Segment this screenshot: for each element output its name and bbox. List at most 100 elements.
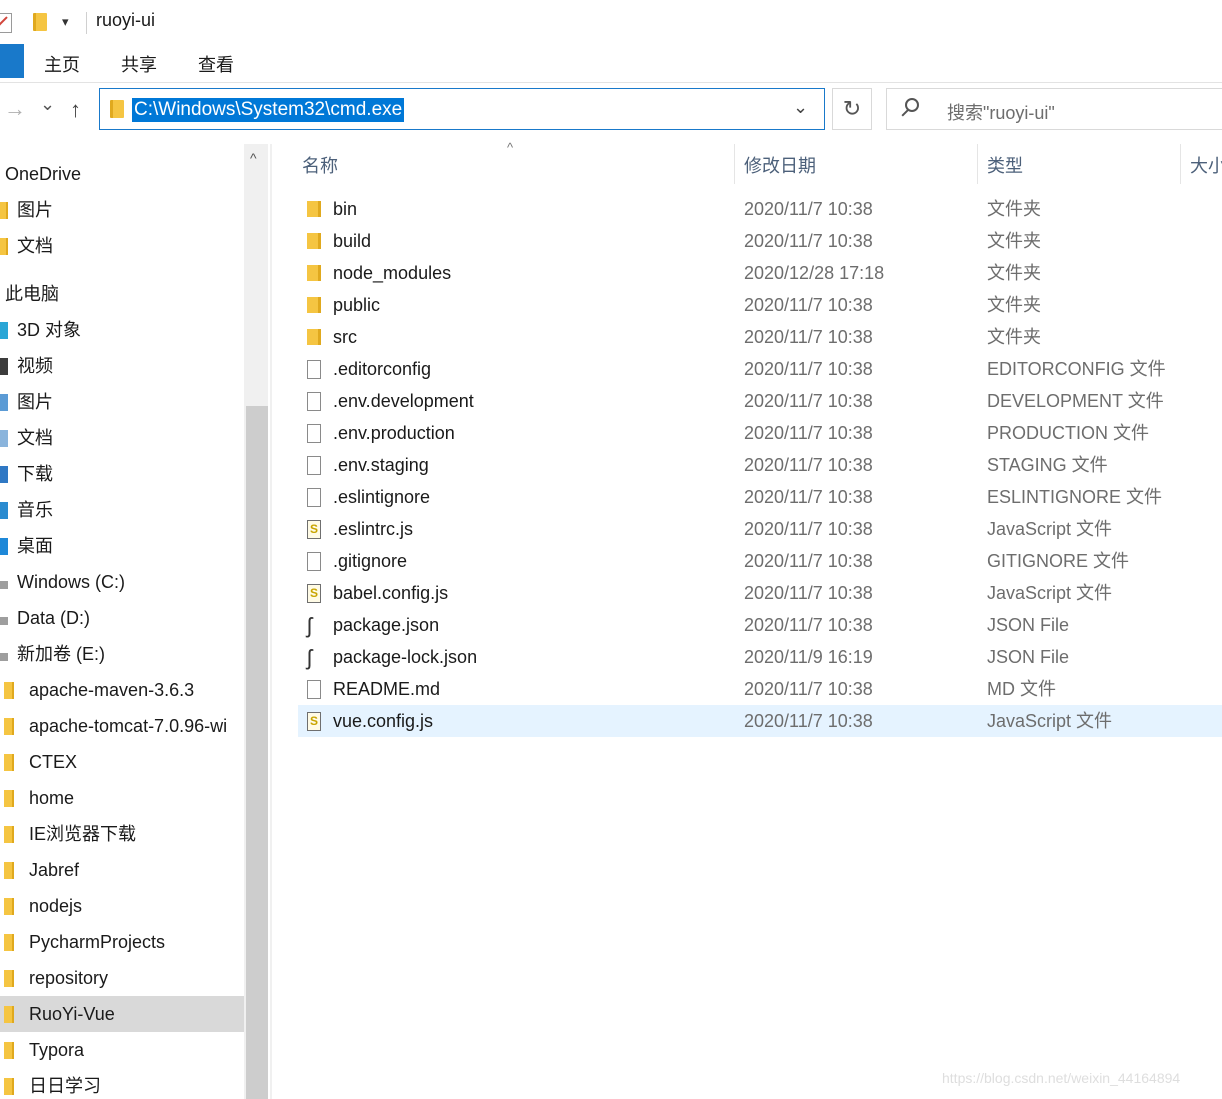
music-icon <box>0 502 8 519</box>
sidebar-item[interactable]: home <box>0 780 244 816</box>
file-date: 2020/11/7 10:38 <box>744 487 873 507</box>
address-dropdown-chevron-icon[interactable]: ⌄ <box>793 97 808 118</box>
scrollbar-thumb[interactable] <box>246 406 268 1099</box>
sidebar-item[interactable]: CTEX <box>0 744 244 780</box>
file-row[interactable]: .eslintrc.js 2020/11/7 10:38 JavaScript 文件 <box>298 513 1222 545</box>
sidebar-item[interactable]: apache-maven-3.6.3 <box>0 672 244 708</box>
file-name: build <box>333 231 372 251</box>
sidebar-item[interactable]: 音乐 <box>0 492 244 528</box>
sidebar-item[interactable]: 日日学习 <box>0 1068 244 1099</box>
sidebar-item[interactable]: 图片 <box>0 384 244 420</box>
sidebar-item[interactable]: 图片 <box>0 192 244 228</box>
sidebar-item[interactable]: Jabref <box>0 852 244 888</box>
sidebar-item[interactable]: IE浏览器下载 <box>0 816 244 852</box>
search-input[interactable]: 搜索"ruoyi-ui" <box>947 99 1055 125</box>
sidebar-item[interactable]: apache-tomcat-7.0.96-wi <box>0 708 244 744</box>
tab-share[interactable]: 共享 <box>121 51 157 77</box>
folder-icon <box>0 202 8 219</box>
sidebar-item[interactable]: Data (D:) <box>0 600 244 636</box>
file-row[interactable]: README.md 2020/11/7 10:38 MD 文件 <box>298 673 1222 705</box>
pane-divider[interactable] <box>270 144 272 1099</box>
file-row[interactable]: .env.development 2020/11/7 10:38 DEVELOPME… <box>298 385 1222 417</box>
file-row[interactable]: package-lock.json 2020/11/9 16:19 JSON Fil… <box>298 641 1222 674</box>
scroll-up-icon[interactable]: ^ <box>250 150 257 166</box>
sidebar-item-label: 下载 <box>17 464 53 484</box>
sidebar-item[interactable]: Windows (C:) <box>0 564 244 600</box>
sidebar-item[interactable]: repository <box>0 960 244 996</box>
file-name: .gitignore <box>333 551 408 571</box>
file-date: 2020/11/7 10:38 <box>744 359 873 379</box>
sidebar-item-label: IE浏览器下载 <box>29 824 137 844</box>
recent-locations-chevron-icon[interactable]: ⌄ <box>40 94 55 115</box>
file-name: babel.config.js <box>333 583 449 603</box>
sidebar-item[interactable]: Typora <box>0 1032 244 1068</box>
file-row[interactable]: bin 2020/11/7 10:38 文件夹 <box>298 193 1222 225</box>
file-row[interactable]: build 2020/11/7 10:38 文件夹 <box>298 225 1222 257</box>
tab-home[interactable]: 主页 <box>44 51 80 77</box>
file-name: .eslintignore <box>333 487 431 507</box>
file-date: 2020/12/28 17:18 <box>744 263 885 283</box>
column-header-name[interactable]: 名称 <box>302 152 338 178</box>
file-row[interactable]: package.json 2020/11/7 10:38 JSON File <box>298 609 1222 642</box>
sidebar-item[interactable]: PycharmProjects <box>0 924 244 960</box>
file-row[interactable]: .env.production 2020/11/7 10:38 PRODUCTION… <box>298 417 1222 449</box>
column-header-type[interactable]: 类型 <box>987 152 1023 178</box>
file-icon <box>307 680 321 699</box>
sidebar-item[interactable]: RuoYi-Vue <box>0 996 244 1032</box>
sidebar-item-label: CTEX <box>29 752 78 772</box>
sidebar-item[interactable]: 此电脑 <box>0 276 244 312</box>
tab-view[interactable]: 查看 <box>198 51 234 77</box>
folder-icon <box>307 265 321 281</box>
sidebar-item[interactable]: 文档 <box>0 420 244 456</box>
sidebar-item[interactable]: 桌面 <box>0 528 244 564</box>
quick-access-properties-icon[interactable] <box>0 13 12 33</box>
file-row[interactable]: .env.staging 2020/11/7 10:38 STAGING 文件 <box>298 449 1222 481</box>
sidebar-item[interactable]: 视频 <box>0 348 244 384</box>
folder-icon <box>4 718 14 735</box>
file-row[interactable]: .gitignore 2020/11/7 10:38 GITIGNORE 文件 <box>298 545 1222 577</box>
column-separator[interactable] <box>734 144 735 184</box>
folder-icon <box>4 790 14 807</box>
file-date: 2020/11/7 10:38 <box>744 711 873 731</box>
file-row[interactable]: node_modules 2020/12/28 17:18 文件夹 <box>298 257 1222 289</box>
quick-access-dropdown-icon[interactable]: ▾ <box>62 14 69 30</box>
file-type: JSON File <box>987 615 1070 635</box>
file-row[interactable]: src 2020/11/7 10:38 文件夹 <box>298 321 1222 353</box>
file-icon <box>307 424 321 443</box>
sidebar-item[interactable]: nodejs <box>0 888 244 924</box>
file-row[interactable]: babel.config.js 2020/11/7 10:38 JavaScript… <box>298 577 1222 609</box>
sidebar-item[interactable]: 新加卷 (E:) <box>0 636 244 672</box>
sidebar-item[interactable]: 下载 <box>0 456 244 492</box>
search-icon <box>905 98 919 112</box>
file-row[interactable]: public 2020/11/7 10:38 文件夹 <box>298 289 1222 321</box>
file-row[interactable]: .editorconfig 2020/11/7 10:38 EDITORCONFIG… <box>298 353 1222 385</box>
refresh-button[interactable]: ↻ <box>832 88 872 130</box>
quick-access-folder-icon[interactable] <box>33 13 47 31</box>
sidebar-item[interactable]: 文档 <box>0 228 244 264</box>
file-name: .eslintrc.js <box>333 519 414 539</box>
file-type: JavaScript 文件 <box>987 519 1113 539</box>
column-header-date[interactable]: 修改日期 <box>744 152 816 178</box>
sidebar-item-label: OneDrive <box>5 164 82 184</box>
column-separator[interactable] <box>977 144 978 184</box>
forward-arrow-icon[interactable]: → <box>4 96 26 122</box>
folder-icon <box>307 329 321 345</box>
address-bar[interactable]: C:\Windows\System32\cmd.exe ⌄ <box>99 88 825 130</box>
sidebar-item[interactable]: 3D 对象 <box>0 312 244 348</box>
address-input[interactable]: C:\Windows\System32\cmd.exe <box>132 98 405 122</box>
file-type: DEVELOPMENT 文件 <box>987 391 1164 411</box>
column-separator[interactable] <box>1180 144 1181 184</box>
file-row[interactable]: vue.config.js 2020/11/7 10:38 JavaScript 文… <box>298 705 1222 737</box>
sidebar-item-label: apache-tomcat-7.0.96-wi <box>29 716 228 736</box>
sidebar-item-label: 新加卷 (E:) <box>17 644 105 664</box>
search-box[interactable]: 搜索"ruoyi-ui" <box>886 88 1222 130</box>
folder-icon <box>4 898 14 915</box>
file-date: 2020/11/7 10:38 <box>744 327 873 347</box>
sidebar-item[interactable]: OneDrive <box>0 156 244 192</box>
up-arrow-icon[interactable]: ↑ <box>70 97 81 123</box>
sidebar-item-label: RuoYi-Vue <box>29 1004 115 1024</box>
column-header-size[interactable]: 大小 <box>1190 152 1222 178</box>
file-row[interactable]: .eslintignore 2020/11/7 10:38 ESLINTIGNORE… <box>298 481 1222 513</box>
file-tab[interactable] <box>0 44 24 78</box>
file-date: 2020/11/7 10:38 <box>744 615 873 635</box>
